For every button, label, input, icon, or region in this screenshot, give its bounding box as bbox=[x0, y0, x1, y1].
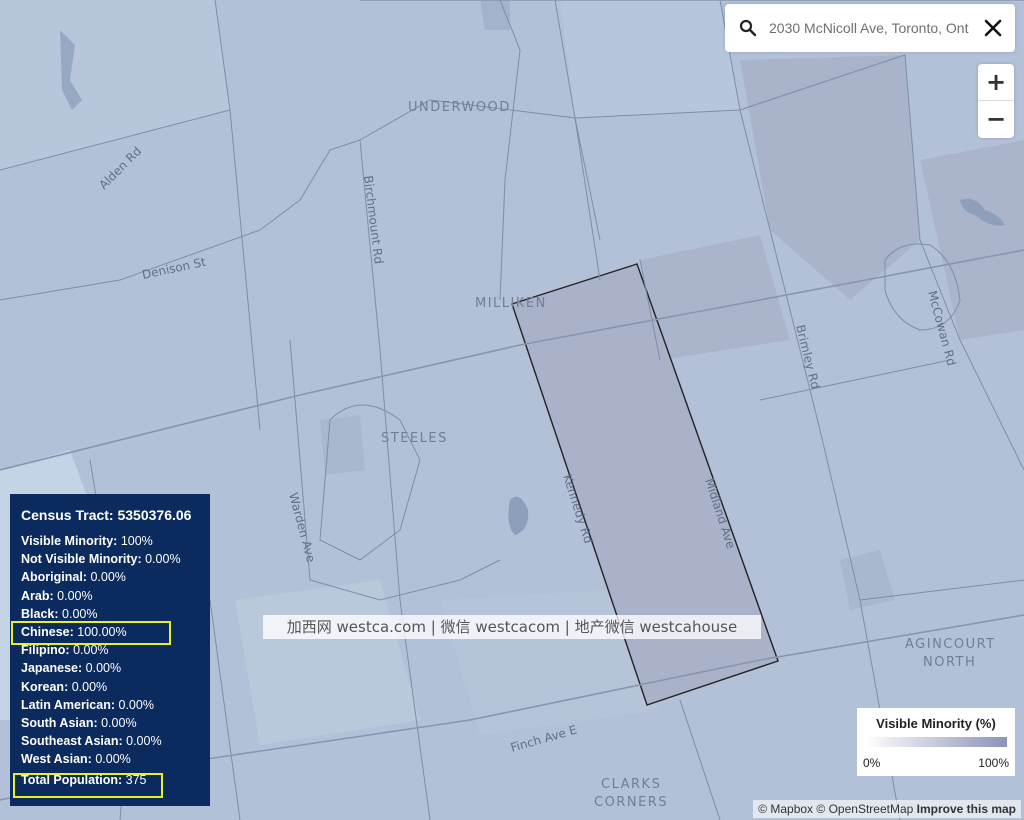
watermark: 加西网 westca.com | 微信 westcacom | 地产微信 wes… bbox=[263, 615, 761, 639]
panel-row-value: 0.00% bbox=[145, 552, 181, 567]
close-icon[interactable] bbox=[981, 16, 1005, 40]
panel-title: Census Tract: 5350376.06 bbox=[21, 507, 192, 523]
map-label-clarks-corners-1: CLARKS bbox=[601, 777, 661, 792]
legend-gradient bbox=[865, 737, 1007, 747]
map-label-clarks-corners-2: CORNERS bbox=[594, 795, 668, 810]
panel-row-value: 0.00% bbox=[101, 715, 137, 730]
panel-row-label: South Asian: bbox=[21, 715, 98, 730]
panel-row-value: 0.00% bbox=[85, 661, 122, 676]
panel-row: Not Visible Minority: 0.00% bbox=[21, 550, 210, 568]
panel-row: Latin American: 0.00% bbox=[21, 696, 210, 714]
panel-row: Japanese: 0.00% bbox=[21, 659, 210, 677]
map-label-underwood: UNDERWOOD bbox=[408, 100, 511, 115]
panel-row-label: West Asian: bbox=[21, 752, 92, 767]
tract-shade bbox=[560, 0, 740, 118]
legend-max-label: 100% bbox=[978, 756, 1009, 770]
panel-row-value: 0.00% bbox=[62, 606, 98, 621]
panel-row-label: Not Visible Minority: bbox=[21, 552, 142, 567]
panel-row-value: 0.00% bbox=[95, 752, 131, 767]
panel-row-label: Filipino: bbox=[21, 643, 70, 658]
panel-row: Visible Minority: 100% bbox=[21, 532, 210, 550]
panel-row-label: Latin American: bbox=[21, 697, 116, 712]
panel-rows: Visible Minority: 100% Not Visible Minori… bbox=[21, 532, 210, 768]
panel-row-label: Aboriginal: bbox=[21, 570, 87, 585]
panel-row-value: 0.00% bbox=[118, 697, 154, 712]
panel-row-value: 0.00% bbox=[57, 588, 93, 603]
map-label-agincourt-north-2: NORTH bbox=[923, 655, 976, 670]
panel-row-label: Southeast Asian: bbox=[21, 734, 123, 749]
panel-row-label: Black: bbox=[21, 606, 59, 621]
panel-row-value: 0.00% bbox=[73, 643, 109, 658]
improve-map-link[interactable]: Improve this map bbox=[917, 802, 1016, 816]
park-feature bbox=[320, 415, 365, 475]
legend-title: Visible Minority (%) bbox=[876, 716, 996, 731]
map-label-milliken: MILLIKEN bbox=[475, 296, 547, 311]
map-label-steeles: STEELES bbox=[381, 431, 448, 446]
panel-row: Korean: 0.00% bbox=[21, 678, 210, 696]
census-info-panel: Census Tract: 5350376.06 Visible Minorit… bbox=[10, 494, 210, 806]
panel-row: Southeast Asian: 0.00% bbox=[21, 732, 210, 750]
mapbox-link[interactable]: © Mapbox bbox=[758, 802, 813, 816]
panel-row-value: 0.00% bbox=[71, 679, 108, 694]
osm-link[interactable]: © OpenStreetMap bbox=[816, 802, 913, 816]
panel-row: Aboriginal: 0.00% bbox=[21, 568, 210, 586]
panel-row-label: Korean: bbox=[21, 679, 69, 694]
panel-row-label: Arab: bbox=[21, 588, 54, 603]
panel-row-value: 0.00% bbox=[90, 570, 126, 585]
panel-row: South Asian: 0.00% bbox=[21, 714, 210, 732]
search-input[interactable] bbox=[769, 14, 977, 42]
panel-row-value: 100% bbox=[120, 534, 153, 548]
panel-row: Arab: 0.00% bbox=[21, 587, 210, 605]
panel-row: West Asian: 0.00% bbox=[21, 750, 210, 768]
zoom-out-button[interactable]: − bbox=[978, 101, 1014, 137]
map-attribution: © Mapbox © OpenStreetMap Improve this ma… bbox=[753, 800, 1021, 818]
legend: Visible Minority (%) 0% 100% bbox=[857, 708, 1015, 776]
map-label-agincourt-north-1: AGINCOURT bbox=[905, 637, 996, 652]
highlight-total-population bbox=[13, 773, 163, 798]
panel-row-label: Visible Minority: bbox=[21, 534, 118, 548]
search-icon[interactable] bbox=[739, 19, 757, 37]
panel-row-label: Japanese: bbox=[21, 661, 83, 676]
zoom-controls: + − bbox=[978, 64, 1014, 138]
panel-row-value: 0.00% bbox=[126, 734, 162, 749]
search-box[interactable] bbox=[725, 4, 1015, 52]
legend-min-label: 0% bbox=[863, 756, 881, 770]
highlight-chinese bbox=[11, 621, 171, 645]
zoom-in-button[interactable]: + bbox=[978, 64, 1014, 101]
